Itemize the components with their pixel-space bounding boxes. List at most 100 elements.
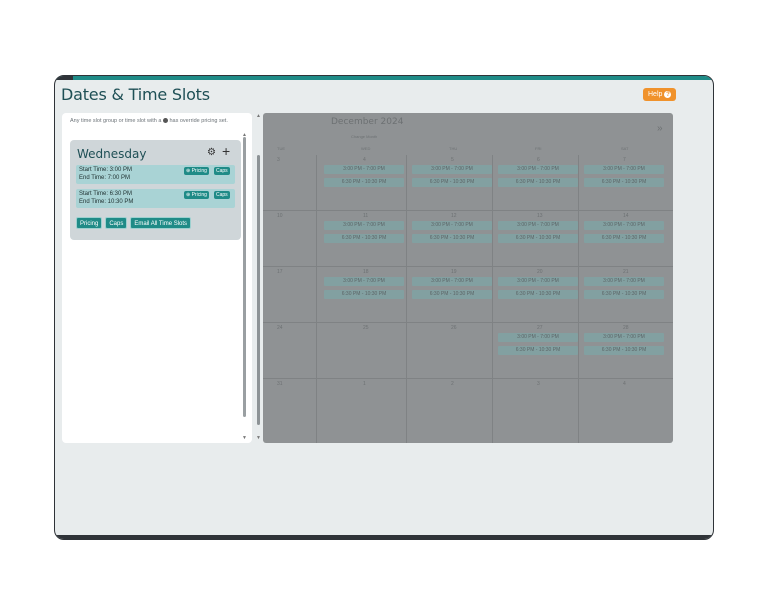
scroll-down-icon[interactable]: ▼ xyxy=(242,435,247,441)
grid-line xyxy=(406,155,407,443)
calendar-time-slot[interactable]: 6:30 PM - 10:30 PM xyxy=(324,290,404,299)
calendar-day-number[interactable]: 31 xyxy=(277,381,283,387)
calendar-day-number[interactable]: 27 xyxy=(537,325,543,331)
slot-caps-button[interactable]: Caps xyxy=(214,191,230,199)
slot-start: Start Time: 6:30 PM xyxy=(79,191,133,197)
day-of-week-label: FRI xyxy=(535,146,542,151)
calendar-time-slot[interactable]: 6:30 PM - 10:30 PM xyxy=(412,178,492,187)
slot-start: Start Time: 3:00 PM xyxy=(79,167,133,173)
time-slot[interactable]: Start Time: 3:00 PM End Time: 7:00 PM ⊕ … xyxy=(76,165,235,184)
day-of-week-label: WED xyxy=(361,146,371,151)
day-of-week-label: THU xyxy=(449,146,458,151)
day-card-wednesday: Wednesday ⚙ + Start Time: 3:00 PM End Ti… xyxy=(70,140,241,240)
slot-end: End Time: 10:30 PM xyxy=(79,198,134,205)
left-scrollbar[interactable] xyxy=(243,137,246,417)
calendar-day-number[interactable]: 20 xyxy=(537,269,543,275)
scroll-thumb[interactable] xyxy=(257,155,260,425)
calendar-time-slot[interactable]: 6:30 PM - 10:30 PM xyxy=(498,290,578,299)
calendar-time-slot[interactable]: 6:30 PM - 10:30 PM xyxy=(412,234,492,243)
calendar-day-number[interactable]: 10 xyxy=(277,213,283,219)
slot-pricing-button[interactable]: ⊕ Pricing xyxy=(184,191,209,199)
calendar-time-slot[interactable]: 3:00 PM - 7:00 PM xyxy=(324,165,404,174)
calendar-time-slot[interactable]: 3:00 PM - 7:00 PM xyxy=(584,165,664,174)
calendar-time-slot[interactable]: 6:30 PM - 10:30 PM xyxy=(584,234,664,243)
gear-icon[interactable]: ⚙ xyxy=(207,148,217,158)
calendar-day-number[interactable]: 4 xyxy=(363,157,366,163)
calendar-day-number[interactable]: 2 xyxy=(451,381,454,387)
calendar-time-slot[interactable]: 6:30 PM - 10:30 PM xyxy=(584,178,664,187)
top-accent-bar xyxy=(55,76,713,80)
next-month-icon[interactable]: » xyxy=(657,123,663,134)
calendar-time-slot[interactable]: 6:30 PM - 10:30 PM xyxy=(498,346,578,355)
grid-line xyxy=(578,155,579,443)
scroll-down-icon[interactable]: ▼ xyxy=(256,435,261,441)
override-hint: Any time slot group or time slot with a … xyxy=(70,118,228,124)
calendar-time-slot[interactable]: 3:00 PM - 7:00 PM xyxy=(412,221,492,230)
calendar-day-number[interactable]: 19 xyxy=(451,269,457,275)
grid-line xyxy=(316,155,317,443)
calendar-time-slot[interactable]: 6:30 PM - 10:30 PM xyxy=(324,178,404,187)
caps-button[interactable]: Caps xyxy=(105,217,128,229)
calendar-day-number[interactable]: 3 xyxy=(277,157,280,163)
panel-scrollbar[interactable]: ▲ ▼ xyxy=(255,113,262,443)
calendar-month: December 2024 xyxy=(331,117,404,127)
top-accent-bar-dark xyxy=(55,76,73,80)
calendar-day-number[interactable]: 26 xyxy=(451,325,457,331)
calendar-time-slot[interactable]: 6:30 PM - 10:30 PM xyxy=(584,290,664,299)
slot-caps-button[interactable]: Caps xyxy=(214,167,230,175)
grid-line xyxy=(263,210,673,211)
time-slot[interactable]: Start Time: 6:30 PM End Time: 10:30 PM ⊕… xyxy=(76,189,235,208)
day-of-week-label: SAT xyxy=(621,146,629,151)
calendar-time-slot[interactable]: 6:30 PM - 10:30 PM xyxy=(498,178,578,187)
grid-line xyxy=(263,322,673,323)
app-window: Dates & Time Slots Help ? Any time slot … xyxy=(54,75,714,540)
add-icon[interactable]: + xyxy=(222,144,234,158)
calendar-time-slot[interactable]: 3:00 PM - 7:00 PM xyxy=(498,165,578,174)
calendar-overlay: December 2024 Change Month » TUE WED THU FR… xyxy=(263,113,673,443)
change-month-link[interactable]: Change Month xyxy=(351,134,377,139)
calendar-day-number[interactable]: 1 xyxy=(363,381,366,387)
calendar-day-number[interactable]: 3 xyxy=(537,381,540,387)
grid-line xyxy=(263,266,673,267)
help-label: Help xyxy=(648,91,663,98)
calendar-time-slot[interactable]: 3:00 PM - 7:00 PM xyxy=(584,221,664,230)
calendar-day-number[interactable]: 28 xyxy=(623,325,629,331)
calendar-day-number[interactable]: 24 xyxy=(277,325,283,331)
day-of-week-label: TUE xyxy=(277,146,285,151)
calendar-day-number[interactable]: 11 xyxy=(363,213,368,219)
pricing-button[interactable]: Pricing xyxy=(76,217,103,229)
calendar-time-slot[interactable]: 3:00 PM - 7:00 PM xyxy=(498,333,578,342)
slot-pricing-button[interactable]: ⊕ Pricing xyxy=(184,167,209,175)
calendar-time-slot[interactable]: 6:30 PM - 10:30 PM xyxy=(412,290,492,299)
scroll-up-icon[interactable]: ▲ xyxy=(256,113,261,119)
page-title: Dates & Time Slots xyxy=(61,85,210,104)
calendar-day-number[interactable]: 5 xyxy=(451,157,454,163)
calendar-time-slot[interactable]: 6:30 PM - 10:30 PM xyxy=(324,234,404,243)
calendar-day-number[interactable]: 4 xyxy=(623,381,626,387)
calendar-time-slot[interactable]: 3:00 PM - 7:00 PM xyxy=(584,333,664,342)
calendar-time-slot[interactable]: 6:30 PM - 10:30 PM xyxy=(584,346,664,355)
calendar-time-slot[interactable]: 6:30 PM - 10:30 PM xyxy=(498,234,578,243)
calendar-time-slot[interactable]: 3:00 PM - 7:00 PM xyxy=(324,221,404,230)
calendar-day-number[interactable]: 14 xyxy=(623,213,629,219)
calendar-day-number[interactable]: 25 xyxy=(363,325,369,331)
email-all-button[interactable]: Email All Time Slots xyxy=(130,217,192,229)
help-button[interactable]: Help ? xyxy=(643,88,677,101)
calendar-day-number[interactable]: 13 xyxy=(537,213,543,219)
slot-end: End Time: 7:00 PM xyxy=(79,174,131,181)
calendar-time-slot[interactable]: 3:00 PM - 7:00 PM xyxy=(498,221,578,230)
calendar-day-number[interactable]: 6 xyxy=(537,157,540,163)
override-icon xyxy=(162,118,168,124)
calendar-time-slot[interactable]: 3:00 PM - 7:00 PM xyxy=(584,277,664,286)
calendar-time-slot[interactable]: 3:00 PM - 7:00 PM xyxy=(412,165,492,174)
calendar-time-slot[interactable]: 3:00 PM - 7:00 PM xyxy=(324,277,404,286)
bottom-bar xyxy=(55,535,713,539)
calendar-time-slot[interactable]: 3:00 PM - 7:00 PM xyxy=(498,277,578,286)
calendar-day-number[interactable]: 18 xyxy=(363,269,369,275)
day-title: Wednesday xyxy=(77,147,147,161)
calendar-day-number[interactable]: 21 xyxy=(623,269,629,275)
calendar-day-number[interactable]: 12 xyxy=(451,213,457,219)
calendar-day-number[interactable]: 17 xyxy=(277,269,283,275)
calendar-day-number[interactable]: 7 xyxy=(623,157,626,163)
calendar-time-slot[interactable]: 3:00 PM - 7:00 PM xyxy=(412,277,492,286)
